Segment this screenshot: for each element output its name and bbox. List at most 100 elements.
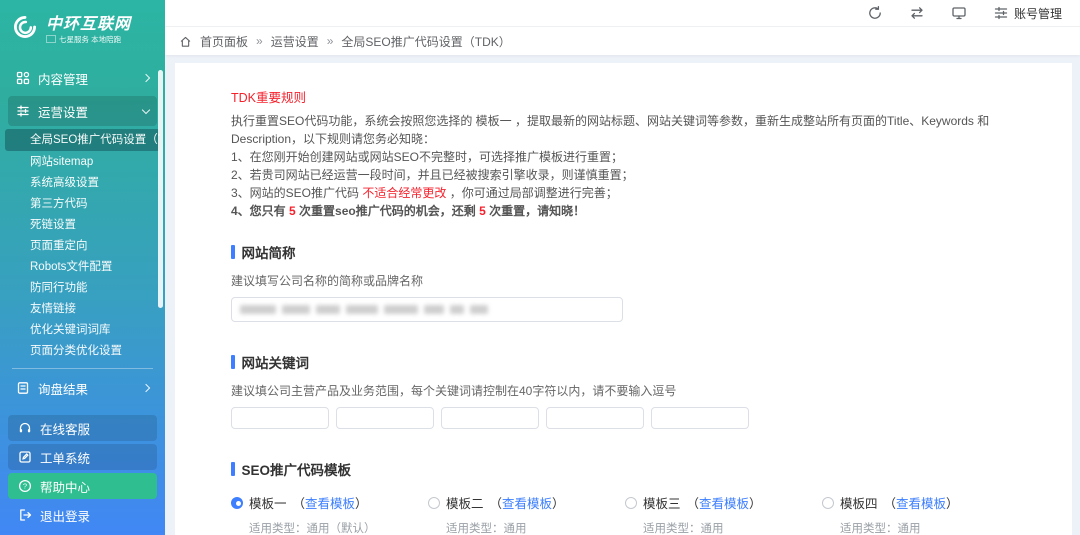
keywords-section-title: 网站关键词 <box>242 352 310 372</box>
section-accent-bar <box>231 462 235 476</box>
sidebar-subitem-tdk[interactable]: 全局SEO推广代码设置（TDK） <box>5 129 160 151</box>
sidebar-subitem-deadlink[interactable]: 死链设置 <box>0 215 165 236</box>
brand-name: 中环互联网 <box>46 10 131 34</box>
chevron-down-icon <box>142 105 150 113</box>
operation-settings-submenu: 全局SEO推广代码设置（TDK） 网站sitemap 系统高级设置 第三方代码 … <box>0 129 165 362</box>
sidebar-item-label: 在线客服 <box>40 419 90 438</box>
sidebar-item-content-mgmt[interactable]: 内容管理 <box>8 63 157 93</box>
sidebar-subitem-page-category-seo[interactable]: 页面分类优化设置 <box>0 341 165 362</box>
monitor-icon[interactable] <box>951 5 967 21</box>
keyword-input-3[interactable] <box>441 407 539 429</box>
radio-unselected-icon[interactable] <box>625 497 637 509</box>
template-name: 模板三 <box>643 493 681 512</box>
grid-icon <box>16 71 30 85</box>
sidebar-subitem-thirdparty-code[interactable]: 第三方代码 <box>0 194 165 215</box>
breadcrumb-separator: » <box>327 34 334 48</box>
keyword-input-4[interactable] <box>546 407 644 429</box>
breadcrumb-operation-settings[interactable]: 运营设置 <box>271 33 319 50</box>
refresh-icon[interactable] <box>867 5 883 21</box>
reset-quota-total: 5 <box>289 204 296 218</box>
keyword-input-1[interactable] <box>231 407 329 429</box>
view-template-link[interactable]: 查看模板 <box>502 497 552 511</box>
sidebar-item-operation-settings[interactable]: 运营设置 <box>8 96 157 126</box>
account-sliders-icon <box>993 5 1009 21</box>
sidebar-item-logout[interactable]: 退出登录 <box>8 502 157 528</box>
site-name-hint: 建议填写公司名称的简称或品牌名称 <box>231 272 1052 289</box>
sidebar-scrollbar[interactable] <box>158 70 163 308</box>
svg-text:?: ? <box>23 482 27 491</box>
keyword-input-5[interactable] <box>651 407 749 429</box>
template-radio-1[interactable]: 模板一 （查看模板） <box>231 493 428 512</box>
sidebar-item-label: 退出登录 <box>40 506 90 525</box>
brand-tagline: 七星服务 本地陪跑 <box>59 34 121 45</box>
template-options-grid: 模板一 （查看模板） 适用类型：通用（默认） 模板二 （查看模板） 适用类型：通… <box>231 493 1052 535</box>
sidebar-item-inquiry-results[interactable]: 询盘结果 <box>8 373 157 403</box>
sidebar-item-online-support[interactable]: 在线客服 <box>8 415 157 441</box>
site-name-section-header: 网站简称 <box>231 242 1052 262</box>
sidebar-subitem-anti-peer[interactable]: 防同行功能 <box>0 278 165 299</box>
template-option-1: 模板一 （查看模板） 适用类型：通用（默认） <box>231 493 428 535</box>
breadcrumb-current-page: 全局SEO推广代码设置（TDK） <box>341 33 510 50</box>
tdk-rule-3-warning: 不适合经常更改 <box>362 186 446 200</box>
sidebar-item-label: 内容管理 <box>38 69 135 88</box>
template-name: 模板一 <box>249 493 287 512</box>
site-name-input[interactable] <box>231 297 623 322</box>
sidebar-utility: 在线客服 工单系统 ? 帮助中心 退出登录 <box>0 412 165 535</box>
templates-section-title: SEO推广代码模板 <box>242 459 352 479</box>
breadcrumb-home[interactable]: 首页面板 <box>200 33 248 50</box>
chevron-right-icon <box>142 74 150 82</box>
view-template-link[interactable]: 查看模板 <box>896 497 946 511</box>
form-icon <box>16 381 30 395</box>
section-accent-bar <box>231 245 235 259</box>
sidebar-subitem-keyword-library[interactable]: 优化关键词词库 <box>0 320 165 341</box>
radio-unselected-icon[interactable] <box>822 497 834 509</box>
template-radio-3[interactable]: 模板三 （查看模板） <box>625 493 822 512</box>
template-radio-2[interactable]: 模板二 （查看模板） <box>428 493 625 512</box>
template-option-4: 模板四 （查看模板） 适用类型：通用 <box>822 493 1019 535</box>
template-option-3: 模板三 （查看模板） 适用类型：通用 <box>625 493 822 535</box>
radio-selected-icon[interactable] <box>231 497 243 509</box>
view-template-link[interactable]: 查看模板 <box>305 497 355 511</box>
sidebar-subitem-robots[interactable]: Robots文件配置 <box>0 257 165 278</box>
keywords-input-row <box>231 407 1052 429</box>
template-type-label: 适用类型：通用 <box>643 520 822 535</box>
tdk-rule-4: 4、您只有 5 次重置seo推广代码的机会，还剩 5 次重置，请知晓！ <box>231 202 1052 220</box>
sidebar-subitem-sitemap[interactable]: 网站sitemap <box>0 152 165 173</box>
tdk-rules-intro: 执行重置SEO代码功能，系统会按照您选择的 模板一 ，提取最新的网站标题、网站关… <box>231 112 1052 148</box>
sidebar: 中环互联网 七星服务 本地陪跑 内容管理 运营设置 全局SEO推广代码设置（TD… <box>0 0 165 535</box>
account-management-button[interactable]: 账号管理 <box>993 5 1062 22</box>
template-type-label: 适用类型：通用（默认） <box>249 520 428 535</box>
keywords-hint: 建议填公司主营产品及业务范围，每个关键词请控制在40字符以内，请不要输入逗号 <box>231 382 1052 399</box>
tdk-rule-3: 3、网站的SEO推广代码 不适合经常更改 ，你可通过局部调整进行完善； <box>231 184 1052 202</box>
templates-section-header: SEO推广代码模板 <box>231 459 1052 479</box>
view-template-link[interactable]: 查看模板 <box>699 497 749 511</box>
brand-badge <box>46 35 56 43</box>
breadcrumb: 首页面板 » 运营设置 » 全局SEO推广代码设置（TDK） <box>165 27 1080 55</box>
keywords-section-header: 网站关键词 <box>231 352 1052 372</box>
sidebar-item-help-center[interactable]: ? 帮助中心 <box>8 473 157 499</box>
sidebar-subitem-friend-links[interactable]: 友情链接 <box>0 299 165 320</box>
logout-icon <box>18 508 32 522</box>
template-radio-4[interactable]: 模板四 （查看模板） <box>822 493 1019 512</box>
work-area: TDK重要规则 执行重置SEO代码功能，系统会按照您选择的 模板一 ，提取最新的… <box>165 55 1080 535</box>
keyword-input-2[interactable] <box>336 407 434 429</box>
sliders-icon <box>16 104 30 118</box>
sidebar-subitem-advanced[interactable]: 系统高级设置 <box>0 173 165 194</box>
template-view-wrap: （查看模板） <box>687 493 762 512</box>
sidebar-item-label: 运营设置 <box>38 102 135 121</box>
brand-logo: 中环互联网 七星服务 本地陪跑 <box>0 0 165 54</box>
template-name: 模板二 <box>446 493 484 512</box>
headset-icon <box>18 421 32 435</box>
worksheet-icon <box>18 450 32 464</box>
radio-unselected-icon[interactable] <box>428 497 440 509</box>
swap-icon[interactable] <box>909 5 925 21</box>
brand-swirl-icon <box>10 12 40 42</box>
template-type-label: 适用类型：通用 <box>840 520 1019 535</box>
sidebar-item-work-order[interactable]: 工单系统 <box>8 444 157 470</box>
account-management-label: 账号管理 <box>1014 5 1062 22</box>
chevron-right-icon <box>142 384 150 392</box>
sidebar-subitem-redirect[interactable]: 页面重定向 <box>0 236 165 257</box>
sidebar-divider <box>12 368 153 369</box>
template-view-wrap: （查看模板） <box>490 493 565 512</box>
template-name: 模板四 <box>840 493 878 512</box>
